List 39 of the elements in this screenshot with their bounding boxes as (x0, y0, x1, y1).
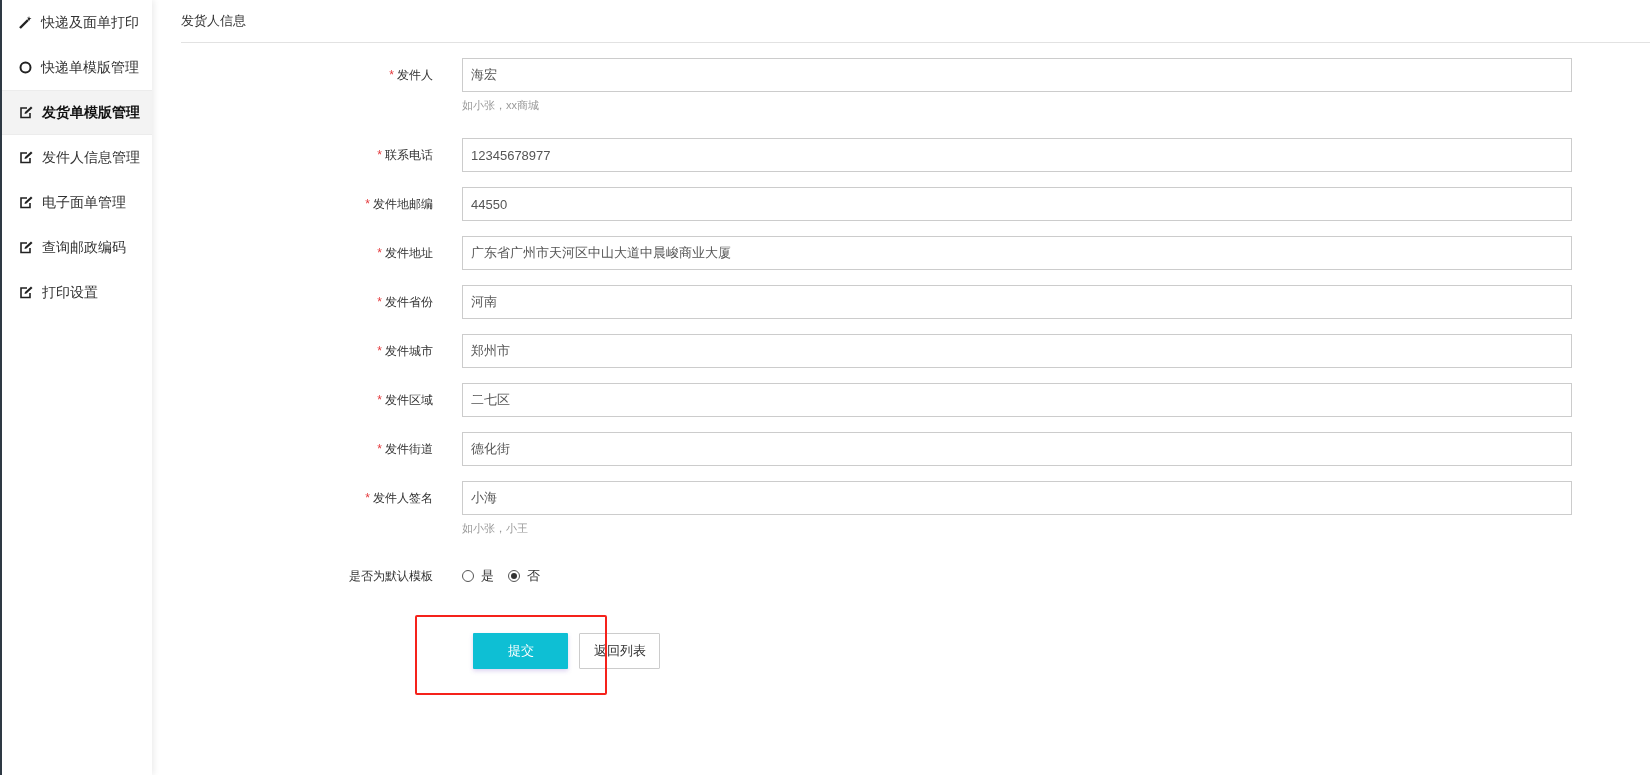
field-label: * 发件区域 (376, 392, 433, 409)
field-label: * 联系电话 (376, 147, 433, 164)
input-field[interactable]: 44550 (462, 187, 1572, 221)
back-button[interactable]: 返回列表 (579, 633, 660, 669)
field-label: * 发件街道 (376, 441, 433, 458)
wand-icon (19, 16, 32, 29)
input-field[interactable]: 广东省广州市天河区中山大道中晨峻商业大厦 (462, 236, 1572, 270)
edit-icon (19, 196, 33, 209)
sidebar-item[interactable]: 快递单模版管理 (2, 45, 152, 90)
sidebar-item[interactable]: 打印设置 (2, 270, 152, 315)
radio-label[interactable]: 否 (527, 567, 540, 585)
edit-icon (19, 241, 33, 254)
field-label: * 发件省份 (376, 294, 433, 311)
sidebar-item[interactable]: 发件人信息管理 (2, 135, 152, 180)
edit-icon (19, 106, 33, 119)
sidebar-item[interactable]: 快递及面单打印 (2, 0, 152, 45)
circle-icon (19, 61, 32, 74)
field-label: * 发件地址 (376, 245, 433, 262)
input-field[interactable]: 12345678977 (462, 138, 1572, 172)
field-hint: 如小张，xx商城 (462, 98, 540, 113)
edit-icon (19, 151, 33, 164)
field-label: * 发件人签名 (364, 490, 433, 507)
input-field[interactable]: 二七区 (462, 383, 1572, 417)
input-field[interactable]: 小海 (462, 481, 1572, 515)
radio-label[interactable]: 是 (481, 567, 494, 585)
sidebar-item[interactable]: 查询邮政编码 (2, 225, 152, 270)
field-label: 是否为默认模板 (348, 567, 433, 585)
sidebar-item[interactable]: 电子面单管理 (2, 180, 152, 225)
sidebar-item[interactable]: 发货单模版管理 (2, 90, 152, 135)
section-title: 发货人信息 (181, 0, 1650, 43)
input-field[interactable]: 河南 (462, 285, 1572, 319)
input-field[interactable]: 郑州市 (462, 334, 1572, 368)
field-hint: 如小张，小王 (462, 521, 529, 536)
field-label: * 发件地邮编 (364, 196, 433, 213)
input-field[interactable]: 德化街 (462, 432, 1572, 466)
input-field[interactable]: 海宏 (462, 58, 1572, 92)
field-label: * 发件城市 (376, 343, 433, 360)
field-label: * 发件人 (388, 67, 433, 84)
edit-icon (19, 286, 33, 299)
